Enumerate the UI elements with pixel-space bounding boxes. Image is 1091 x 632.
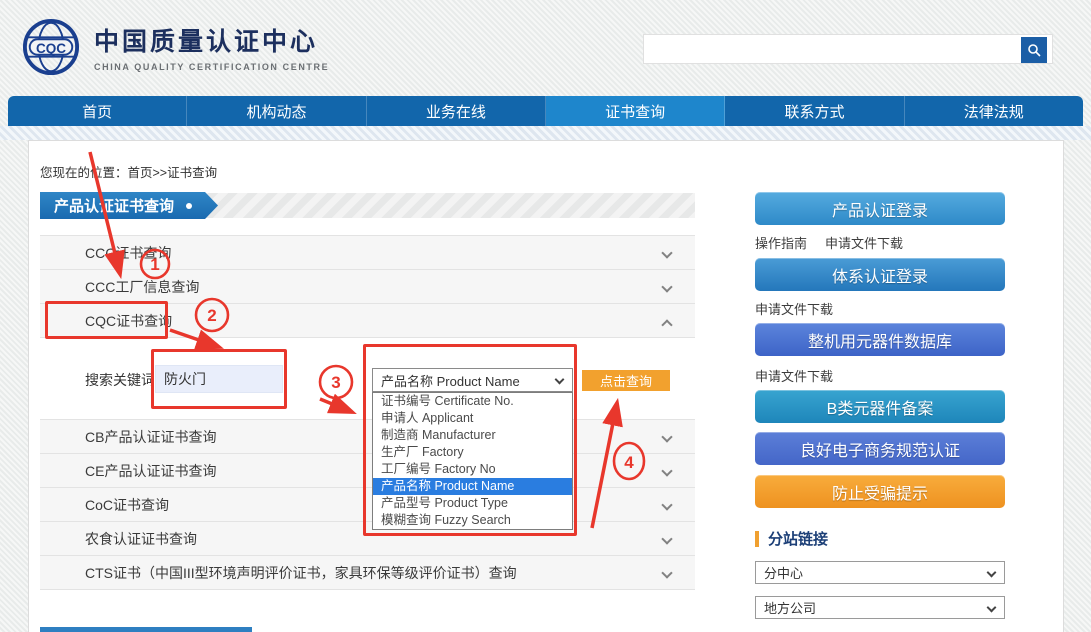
nav-item-news[interactable]: 机构动态 <box>187 96 366 126</box>
fraud-warning-button[interactable]: 防止受骗提示 <box>755 475 1005 508</box>
application-download-link[interactable]: 申请文件下载 <box>755 366 833 385</box>
page: CQC 中国质量认证中心 CHINA QUALITY CERTIFICATION… <box>0 0 1091 632</box>
cqc-globe-icon: CQC <box>22 18 80 76</box>
branch-center-select[interactable]: 分中心 <box>755 561 1005 584</box>
keyword-input[interactable] <box>155 365 283 393</box>
local-company-select[interactable]: 地方公司 <box>755 596 1005 619</box>
component-database-button[interactable]: 整机用元器件数据库 <box>755 323 1005 356</box>
search-icon <box>1027 43 1041 57</box>
accordion-item-ccc-certificate[interactable]: CCC证书查询 <box>40 236 695 270</box>
header-search-input[interactable] <box>650 37 1015 61</box>
chevron-up-icon <box>661 319 672 330</box>
branch-links-heading: 分站链接 <box>755 528 828 549</box>
main-nav: 首页 机构动态 业务在线 证书查询 联系方式 法律法规 <box>8 96 1083 126</box>
accordion-item-cb[interactable]: CB产品认证证书查询 <box>40 420 695 454</box>
accordion-item-agrifood[interactable]: 农食认证证书查询 <box>40 522 695 556</box>
nav-item-laws[interactable]: 法律法规 <box>905 96 1083 126</box>
option-factory[interactable]: 生产厂 Factory <box>373 444 572 461</box>
product-cert-login-button[interactable]: 产品认证登录 <box>755 192 1005 225</box>
chevron-down-icon <box>555 375 565 385</box>
application-download-link[interactable]: 申请文件下载 <box>825 233 903 252</box>
chevron-down-icon <box>661 499 672 510</box>
nav-item-contact[interactable]: 联系方式 <box>725 96 904 126</box>
search-button[interactable] <box>1021 37 1047 63</box>
option-fuzzy-search[interactable]: 模糊查询 Fuzzy Search <box>373 512 572 529</box>
ribbon-dot <box>186 203 192 209</box>
option-manufacturer[interactable]: 制造商 Manufacturer <box>373 427 572 444</box>
page-title: 产品认证证书查询 <box>54 195 174 216</box>
nav-item-online-business[interactable]: 业务在线 <box>367 96 546 126</box>
option-product-name[interactable]: 产品名称 Product Name <box>373 478 572 495</box>
query-button[interactable]: 点击查询 <box>582 370 670 391</box>
certificate-accordion: CCC证书查询 CCC工厂信息查询 CQC证书查询 搜索关键词: 产品名称 Pr… <box>40 235 695 590</box>
chevron-down-icon <box>661 281 672 292</box>
chevron-down-icon <box>661 247 672 258</box>
operation-guide-link[interactable]: 操作指南 <box>755 233 807 252</box>
section-header: 产品认证证书查询 <box>40 192 695 219</box>
chevron-down-icon <box>661 465 672 476</box>
chevron-down-icon <box>661 567 672 578</box>
option-applicant[interactable]: 申请人 Applicant <box>373 410 572 427</box>
option-certificate-no[interactable]: 证书编号 Certificate No. <box>373 393 572 410</box>
header-search-bar <box>643 34 1053 64</box>
option-product-type[interactable]: 产品型号 Product Type <box>373 495 572 512</box>
class-b-component-button[interactable]: B类元器件备案 <box>755 390 1005 423</box>
accordion-item-coc[interactable]: CoC证书查询 <box>40 488 695 522</box>
chevron-down-icon <box>661 431 672 442</box>
svg-text:CQC: CQC <box>36 41 66 56</box>
accordion-item-ce[interactable]: CE产品认证证书查询 <box>40 454 695 488</box>
chevron-down-icon <box>987 568 997 578</box>
orange-bar-icon <box>755 531 759 547</box>
nav-item-certificate-query[interactable]: 证书查询 <box>546 96 725 126</box>
cqc-search-panel: 搜索关键词: 产品名称 Product Name 点击查询 证书编号 Certi… <box>40 338 695 420</box>
next-section-ribbon-partial <box>40 627 252 632</box>
site-logo[interactable]: CQC 中国质量认证中心 CHINA QUALITY CERTIFICATION… <box>22 18 329 76</box>
search-field-dropdown-list: 证书编号 Certificate No. 申请人 Applicant 制造商 M… <box>372 392 573 530</box>
nav-sub-strip <box>0 126 1091 140</box>
chevron-down-icon <box>661 533 672 544</box>
site-header: CQC 中国质量认证中心 CHINA QUALITY CERTIFICATION… <box>0 0 1091 96</box>
accordion-item-cqc-certificate[interactable]: CQC证书查询 <box>40 304 695 338</box>
application-download-link[interactable]: 申请文件下载 <box>755 299 833 318</box>
accordion-item-cts[interactable]: CTS证书（中国III型环境声明评价证书，家具环保等级评价证书）查询 <box>40 556 695 590</box>
search-field-select[interactable]: 产品名称 Product Name <box>372 368 573 392</box>
breadcrumb: 您现在的位置：首页>>证书查询 <box>40 162 217 181</box>
nav-item-home[interactable]: 首页 <box>8 96 187 126</box>
site-title-cn: 中国质量认证中心 <box>94 22 329 58</box>
keyword-label: 搜索关键词: <box>85 370 159 390</box>
chevron-down-icon <box>987 603 997 613</box>
site-title-en: CHINA QUALITY CERTIFICATION CENTRE <box>94 62 329 72</box>
system-cert-login-button[interactable]: 体系认证登录 <box>755 258 1005 291</box>
accordion-item-ccc-factory[interactable]: CCC工厂信息查询 <box>40 270 695 304</box>
ecommerce-cert-button[interactable]: 良好电子商务规范认证 <box>755 432 1005 465</box>
option-factory-no[interactable]: 工厂编号 Factory No <box>373 461 572 478</box>
